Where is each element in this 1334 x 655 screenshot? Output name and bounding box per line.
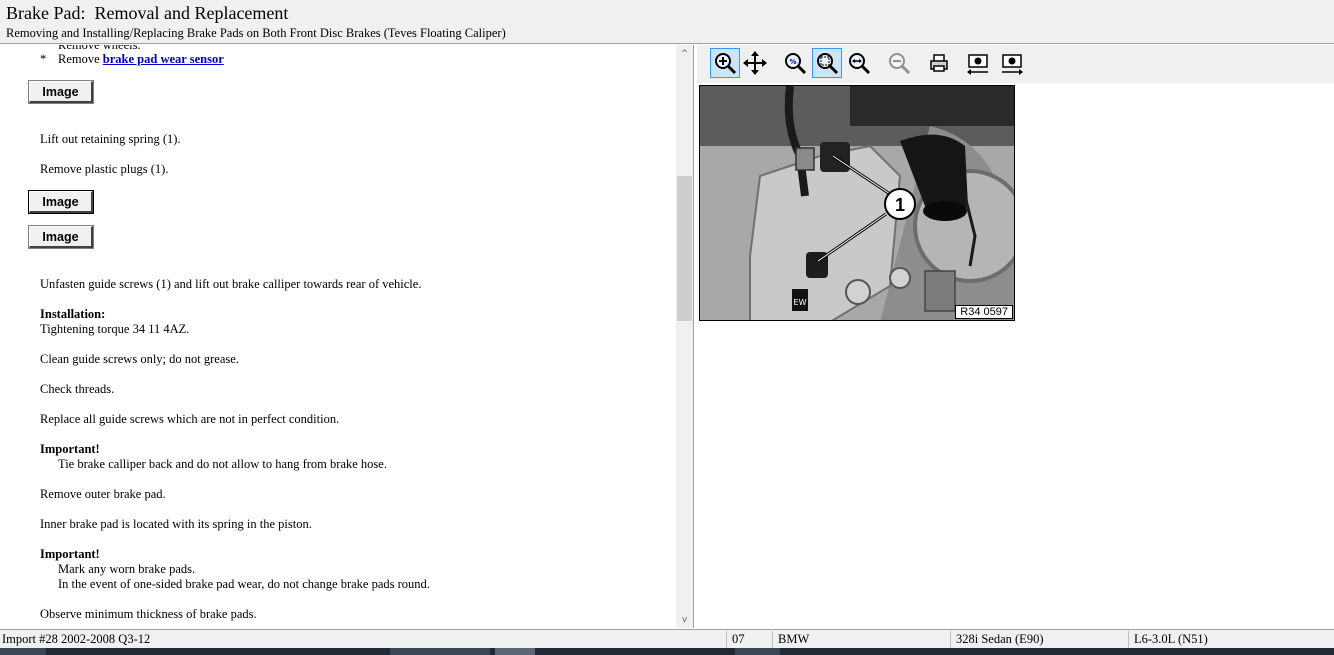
zoom-area-icon: [849, 53, 871, 75]
chevron-up-icon: ^: [680, 48, 689, 59]
installation-heading: Installation:: [40, 307, 106, 321]
previous-image-button[interactable]: [963, 48, 993, 78]
important-text-2b: In the event of one-sided brake pad wear…: [58, 577, 430, 591]
step-lift-spring: Lift out retaining spring (1).: [40, 132, 181, 146]
previous-image-icon: [967, 54, 988, 75]
zoom-area-button[interactable]: [844, 48, 874, 78]
status-divider: [772, 631, 773, 648]
image-viewer-pane: % EW 1 R34 0597: [697, 45, 1334, 628]
bullet-text: Remove: [58, 52, 103, 66]
scroll-thumb[interactable]: [677, 176, 692, 321]
bullet-item: Remove brake pad wear sensor: [58, 52, 224, 67]
figure-reference-label: R34 0597: [955, 305, 1013, 319]
taskbar: [0, 648, 1334, 655]
status-bar: Import #28 2002-2008 Q3-12 07 BMW 328i S…: [0, 629, 1334, 648]
next-image-icon: [1002, 54, 1023, 75]
procedure-content: Remove wheels. * Remove brake pad wear s…: [0, 45, 676, 628]
zoom-fit-button[interactable]: [812, 48, 842, 78]
caliper-stamp: EW: [794, 298, 807, 307]
bullet-marker: *: [40, 52, 47, 66]
next-image-button[interactable]: [997, 48, 1027, 78]
step-remove-plugs: Remove plastic plugs (1).: [40, 162, 169, 176]
chevron-down-icon: v: [681, 614, 688, 625]
status-make: BMW: [778, 632, 810, 646]
step-remove-outer: Remove outer brake pad.: [40, 487, 166, 501]
taskbar-item[interactable]: [495, 648, 535, 655]
zoom-out-icon: [889, 53, 911, 75]
taskbar-item[interactable]: [0, 648, 46, 655]
zoom-out-button[interactable]: [884, 48, 914, 78]
taskbar-item[interactable]: [735, 648, 780, 655]
step-torque: Tightening torque 34 11 4AZ.: [40, 322, 190, 336]
step-replace: Replace all guide screws which are not i…: [40, 412, 340, 426]
image-button-1[interactable]: Image: [28, 80, 94, 104]
pan-icon: [743, 51, 767, 75]
status-divider: [1128, 631, 1129, 648]
zoom-in-button[interactable]: [710, 48, 740, 78]
step-clean: Clean guide screws only; do not grease.: [40, 352, 239, 366]
print-icon: [930, 54, 948, 72]
step-inner-pad: Inner brake pad is located with its spri…: [40, 517, 312, 531]
step-check: Check threads.: [40, 382, 115, 396]
status-model: 328i Sedan (E90): [956, 632, 1044, 646]
taskbar-item[interactable]: [390, 648, 490, 655]
caliper-photo: EW 1: [700, 86, 1014, 320]
step-observe: Observe minimum thickness of brake pads.: [40, 607, 257, 621]
step-unfasten: Unfasten guide screws (1) and lift out b…: [40, 277, 422, 291]
page-title: Brake Pad: Removal and Replacement: [6, 3, 289, 23]
important-heading-2: Important!: [40, 547, 100, 561]
wear-sensor-link[interactable]: brake pad wear sensor: [103, 52, 224, 66]
scroll-down-button[interactable]: v: [676, 611, 693, 628]
zoom-fit-icon: [817, 53, 839, 75]
important-text-1: Tie brake calliper back and do not allow…: [58, 457, 387, 471]
page-subtitle: Removing and Installing/Replacing Brake …: [6, 26, 506, 40]
pan-button[interactable]: [740, 48, 770, 78]
zoom-100-button[interactable]: %: [780, 48, 810, 78]
status-divider: [950, 631, 951, 648]
zoom-100-icon: %: [785, 53, 807, 75]
status-divider: [726, 631, 727, 648]
callout-number: 1: [895, 195, 905, 215]
print-button[interactable]: [924, 48, 954, 78]
document-header: Brake Pad: Removal and Replacement Remov…: [0, 0, 1334, 44]
image-button-2[interactable]: Image: [28, 190, 94, 214]
status-import: Import #28 2002-2008 Q3-12: [2, 632, 151, 646]
image-button-3[interactable]: Image: [28, 225, 94, 249]
brake-caliper-figure[interactable]: EW 1 R34 0597: [699, 85, 1015, 321]
important-heading-1: Important!: [40, 442, 100, 456]
zoom-in-icon: [715, 53, 737, 75]
image-toolbar: %: [697, 45, 1334, 83]
svg-text:%: %: [789, 58, 796, 66]
status-engine: L6-3.0L (N51): [1134, 632, 1208, 646]
vertical-scrollbar[interactable]: ^ v: [676, 45, 693, 628]
scroll-up-button[interactable]: ^: [676, 45, 693, 62]
status-year: 07: [732, 632, 745, 646]
procedure-text-pane: Remove wheels. * Remove brake pad wear s…: [0, 45, 694, 628]
important-text-2a: Mark any worn brake pads.: [58, 562, 196, 576]
